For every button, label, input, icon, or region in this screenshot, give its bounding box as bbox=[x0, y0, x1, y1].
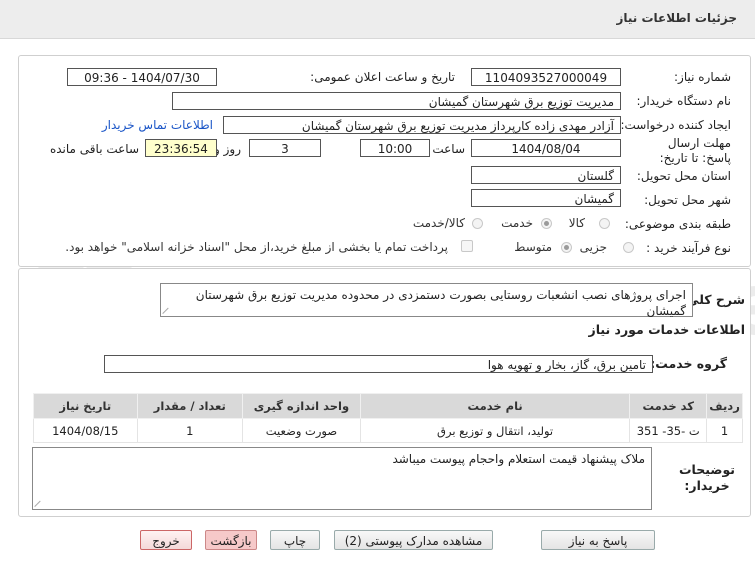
treasury-checkbox[interactable] bbox=[461, 240, 473, 252]
table-row: 1 ت -35- 351 تولید، انتقال و توزیع برق ص… bbox=[33, 418, 743, 443]
reply-button[interactable]: پاسخ به نیاز bbox=[541, 530, 655, 550]
category-option-goods: کالا bbox=[568, 216, 585, 230]
remaining-days-field: 3 bbox=[249, 139, 321, 157]
service-group-label: گروه خدمت: bbox=[650, 356, 727, 371]
table-header-row: ردیف کد خدمت نام خدمت واحد اندازه گیری ت… bbox=[33, 393, 743, 419]
treasury-note: پرداخت تمام یا بخشی از مبلغ خرید،از محل … bbox=[65, 240, 448, 254]
announce-date-label: تاریخ و ساعت اعلان عمومی: bbox=[310, 70, 455, 84]
announce-date-field: 1404/07/30 - 09:36 bbox=[67, 68, 217, 86]
province-label: استان محل تحویل: bbox=[636, 169, 731, 183]
buyer-contact-link[interactable]: اطلاعات تماس خریدار bbox=[102, 118, 213, 132]
services-header: اطلاعات خدمات مورد نیاز bbox=[588, 322, 746, 337]
deadline-time-label: ساعت bbox=[432, 142, 465, 156]
deadline-label: مهلت ارسال پاسخ: تا تاریخ: bbox=[659, 136, 731, 165]
process-option-medium: متوسط bbox=[514, 240, 552, 254]
city-field: گمیشان bbox=[471, 189, 621, 207]
description-textarea[interactable]: اجرای پروژهای نصب انشعبات روستایی بصورت … bbox=[160, 283, 693, 318]
title-bar: جزئیات اطلاعات نیاز bbox=[0, 0, 755, 39]
need-number-label: شماره نیاز: bbox=[674, 70, 731, 84]
back-button[interactable]: بازگشت bbox=[205, 530, 257, 550]
column-header: واحد اندازه گیری bbox=[242, 393, 361, 419]
creator-field: آزادر مهدی زاده کارپرداز مدیریت توزیع بر… bbox=[223, 116, 621, 134]
category-radio-service[interactable] bbox=[541, 218, 552, 229]
column-header: کد خدمت bbox=[629, 393, 708, 419]
cell-quantity: 1 bbox=[136, 418, 244, 443]
process-radio-minor[interactable] bbox=[623, 242, 634, 253]
remaining-time-field: 23:36:54 bbox=[145, 139, 217, 157]
need-number-field: 1104093527000049 bbox=[471, 68, 621, 86]
resize-grip-icon[interactable] bbox=[35, 499, 43, 507]
print-button[interactable]: چاپ bbox=[270, 530, 320, 550]
cell-unit: صورت وضعیت bbox=[242, 418, 361, 443]
category-option-goods-service: کالا/خدمت bbox=[412, 216, 465, 230]
resize-grip-icon[interactable] bbox=[163, 306, 171, 314]
cell-need-date: 1404/08/15 bbox=[33, 418, 138, 443]
buyer-org-field: مدیریت توزیع برق شهرستان گمیشان bbox=[172, 92, 621, 110]
cell-service-code: ت -35- 351 bbox=[629, 418, 708, 443]
exit-button[interactable]: خروج bbox=[140, 530, 192, 550]
days-label: روز و bbox=[214, 142, 241, 156]
category-label: طبقه بندی موضوعی: bbox=[624, 217, 731, 231]
column-header: نام خدمت bbox=[359, 393, 631, 419]
creator-label: ایجاد کننده درخواست: bbox=[620, 118, 731, 132]
description-text: اجرای پروژهای نصب انشعبات روستایی بصورت … bbox=[195, 288, 686, 318]
services-table: ردیف کد خدمت نام خدمت واحد اندازه گیری ت… bbox=[33, 393, 743, 443]
deadline-date-field: 1404/08/04 bbox=[471, 139, 621, 157]
cell-row-number: 1 bbox=[706, 418, 743, 443]
remaining-label: ساعت باقی مانده bbox=[49, 142, 139, 156]
city-label: شهر محل تحویل: bbox=[644, 193, 731, 207]
buyer-org-label: نام دستگاه خریدار: bbox=[636, 94, 732, 108]
view-attachments-button[interactable]: مشاهده مدارک پیوستی (2) bbox=[334, 530, 493, 550]
category-radio-goods[interactable] bbox=[599, 218, 610, 229]
cell-service-name: تولید، انتقال و توزیع برق bbox=[359, 418, 631, 443]
buyer-notes-label: توضیحات خریدار: bbox=[679, 462, 735, 493]
buyer-notes-text: ملاک پیشنهاد قیمت استعلام واحجام پیوست م… bbox=[392, 452, 645, 466]
process-option-minor: جزیی bbox=[579, 240, 607, 254]
column-header: تاریخ نیاز bbox=[33, 393, 138, 419]
page-title: جزئیات اطلاعات نیاز bbox=[616, 11, 737, 25]
category-option-service: خدمت bbox=[501, 216, 533, 230]
buyer-notes-textarea[interactable]: ملاک پیشنهاد قیمت استعلام واحجام پیوست م… bbox=[32, 447, 652, 510]
column-header: تعداد / مقدار bbox=[136, 393, 244, 419]
column-header: ردیف bbox=[706, 393, 743, 419]
process-radio-medium[interactable] bbox=[561, 242, 572, 253]
deadline-time-field: 10:00 bbox=[360, 139, 430, 157]
service-group-field: تامین برق، گاز، بخار و تهویه هوا bbox=[104, 355, 653, 373]
category-radio-goods-service[interactable] bbox=[472, 218, 483, 229]
process-label: نوع فرآیند خرید : bbox=[646, 241, 731, 255]
province-field: گلستان bbox=[471, 166, 621, 184]
